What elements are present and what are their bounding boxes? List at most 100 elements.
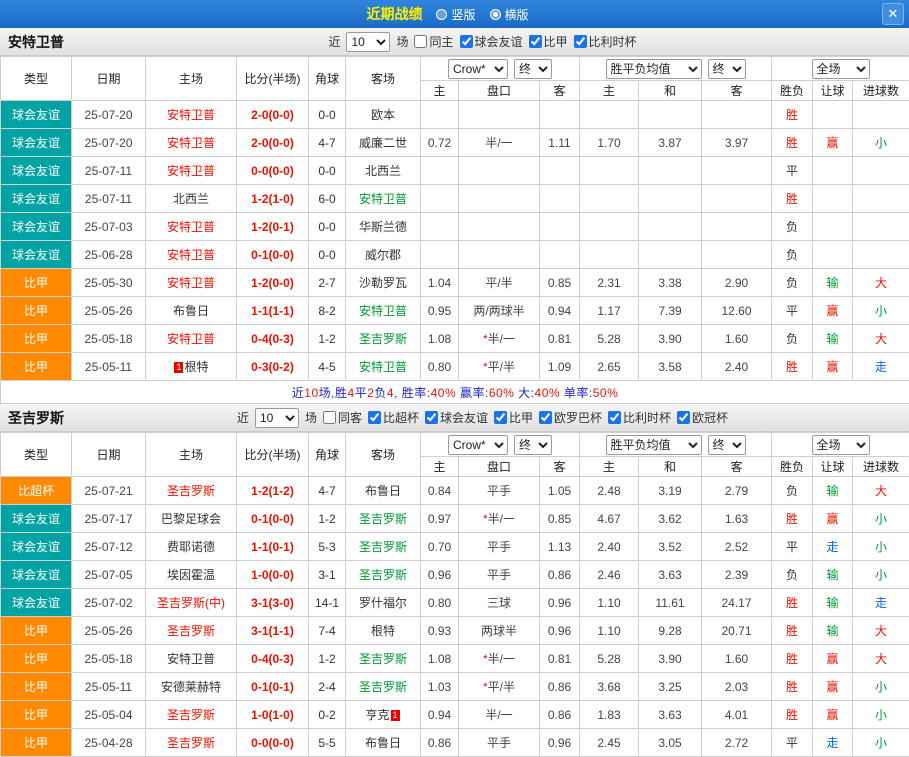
home-team: 费耶诺德 bbox=[146, 533, 237, 561]
sub-col-header: 进球数 bbox=[853, 81, 909, 101]
filter-checkbox[interactable] bbox=[368, 411, 381, 424]
filter-label: 同主 bbox=[429, 33, 453, 50]
filter-checkbox[interactable] bbox=[529, 35, 542, 48]
sub-col-header: 主 bbox=[580, 457, 639, 477]
team-name: 圣吉罗斯 bbox=[167, 736, 215, 750]
filter-label: 欧冠杯 bbox=[692, 409, 728, 426]
sub-col-header: 主 bbox=[580, 81, 639, 101]
team-name: 安特卫普 bbox=[167, 136, 215, 150]
odds-away bbox=[540, 185, 580, 213]
filter-checkbox[interactable] bbox=[677, 411, 690, 424]
filter-item-0-0[interactable]: 同主 bbox=[414, 33, 453, 50]
odds-home: 0.84 bbox=[421, 477, 459, 505]
summary-segment: 单率: bbox=[560, 386, 593, 400]
odds-final-select[interactable]: 终 bbox=[514, 435, 552, 455]
result-goals bbox=[853, 185, 909, 213]
col-header: 比分(半场) bbox=[237, 57, 309, 101]
section-header-1: 圣吉罗斯近10场同客比超杯球会友谊比甲欧罗巴杯比利时杯欧冠杯 bbox=[0, 404, 909, 432]
odds-company-select[interactable]: Crow* bbox=[448, 59, 508, 79]
odds-away bbox=[540, 213, 580, 241]
filter-item-1-5[interactable]: 比利时杯 bbox=[608, 409, 671, 426]
score: 2-0(0-0) bbox=[237, 101, 309, 129]
filter-item-0-1[interactable]: 球会友谊 bbox=[460, 33, 523, 50]
away-team: 亨克1 bbox=[346, 701, 421, 729]
radio-horizontal[interactable]: 横版 bbox=[490, 6, 529, 23]
filter-checkbox[interactable] bbox=[425, 411, 438, 424]
sub-col-header: 客 bbox=[702, 81, 772, 101]
handicap: 两球半 bbox=[459, 617, 540, 645]
result-goals: 小 bbox=[853, 297, 909, 325]
avg-away: 4.01 bbox=[702, 701, 772, 729]
result-goals: 小 bbox=[853, 729, 909, 757]
avg-final-select[interactable]: 终 bbox=[708, 435, 746, 455]
team-name: 亨克 bbox=[365, 708, 389, 722]
asterisk-mark: * bbox=[483, 332, 488, 346]
team-name: 布鲁日 bbox=[365, 736, 401, 750]
filter-item-1-1[interactable]: 比超杯 bbox=[368, 409, 419, 426]
filter-item-0-3[interactable]: 比利时杯 bbox=[574, 33, 637, 50]
match-date: 25-05-18 bbox=[72, 325, 146, 353]
odds-company-select[interactable]: Crow* bbox=[448, 435, 508, 455]
result-handicap: 赢 bbox=[813, 645, 853, 673]
filter-checkbox[interactable] bbox=[494, 411, 507, 424]
handicap bbox=[459, 101, 540, 129]
match-date: 25-05-30 bbox=[72, 269, 146, 297]
result-goals: 大 bbox=[853, 617, 909, 645]
radio-vertical[interactable]: 竖版 bbox=[436, 6, 475, 23]
competition-type: 比甲 bbox=[1, 729, 72, 757]
avg-odds-select[interactable]: 胜平负均值 bbox=[606, 59, 702, 79]
scope-select[interactable]: 全场 bbox=[812, 59, 870, 79]
sub-col-header: 和 bbox=[639, 81, 702, 101]
avg-away: 2.40 bbox=[702, 353, 772, 381]
sections-container: 安特卫普近10场同主球会友谊比甲比利时杯类型日期主场比分(半场)角球客场Crow… bbox=[0, 28, 909, 757]
avg-draw bbox=[639, 241, 702, 269]
avg-home: 1.70 bbox=[580, 129, 639, 157]
team-name: 圣吉罗斯 bbox=[359, 540, 407, 554]
col-header: 客场 bbox=[346, 433, 421, 477]
radio-selected-circle-icon bbox=[490, 9, 501, 20]
home-team: 埃因霍温 bbox=[146, 561, 237, 589]
avg-odds-select[interactable]: 胜平负均值 bbox=[606, 435, 702, 455]
avg-home: 1.83 bbox=[580, 701, 639, 729]
odds-company-header: Crow* 终 bbox=[421, 57, 580, 81]
avg-final-select[interactable]: 终 bbox=[708, 59, 746, 79]
score: 1-2(1-0) bbox=[237, 185, 309, 213]
summary-segment: 50% bbox=[593, 386, 619, 400]
filter-checkbox[interactable] bbox=[323, 411, 336, 424]
filter-checkbox[interactable] bbox=[539, 411, 552, 424]
away-team: 圣吉罗斯 bbox=[346, 645, 421, 673]
filter-item-1-0[interactable]: 同客 bbox=[323, 409, 362, 426]
odds-final-select[interactable]: 终 bbox=[514, 59, 552, 79]
match-row: 球会友谊25-07-11北西兰1-2(1-0)6-0安特卫普胜 bbox=[1, 185, 909, 213]
filter-checkbox[interactable] bbox=[460, 35, 473, 48]
filter-checkbox[interactable] bbox=[414, 35, 427, 48]
filter-item-1-6[interactable]: 欧冠杯 bbox=[677, 409, 728, 426]
summary-segment: 4 bbox=[348, 386, 355, 400]
corners: 0-0 bbox=[309, 213, 346, 241]
filter-controls: 近10场同客比超杯球会友谊比甲欧罗巴杯比利时杯欧冠杯 bbox=[237, 408, 728, 428]
competition-type: 比甲 bbox=[1, 325, 72, 353]
home-team: 1根特 bbox=[146, 353, 237, 381]
away-team: 华斯兰德 bbox=[346, 213, 421, 241]
away-team: 布鲁日 bbox=[346, 477, 421, 505]
team-name: 圣吉罗斯 bbox=[359, 680, 407, 694]
result-goals: 走 bbox=[853, 353, 909, 381]
match-count-select[interactable]: 10 bbox=[346, 32, 390, 52]
summary-text: 近10场,胜4平2负4, 胜率:40% 赢率:60% 大:40% 单率:50% bbox=[1, 381, 909, 404]
filter-item-0-2[interactable]: 比甲 bbox=[529, 33, 568, 50]
avg-home: 2.31 bbox=[580, 269, 639, 297]
result-goals: 小 bbox=[853, 533, 909, 561]
scope-select[interactable]: 全场 bbox=[812, 435, 870, 455]
avg-home bbox=[580, 101, 639, 129]
close-button[interactable]: ✕ bbox=[882, 3, 904, 25]
filter-item-1-3[interactable]: 比甲 bbox=[494, 409, 533, 426]
filter-item-1-2[interactable]: 球会友谊 bbox=[425, 409, 488, 426]
recent-prefix-label: 近 bbox=[328, 33, 340, 50]
result-outcome: 平 bbox=[772, 533, 813, 561]
filter-checkbox[interactable] bbox=[608, 411, 621, 424]
filter-item-1-4[interactable]: 欧罗巴杯 bbox=[539, 409, 602, 426]
match-count-select[interactable]: 10 bbox=[255, 408, 299, 428]
avg-draw: 3.05 bbox=[639, 729, 702, 757]
handicap: 平/半 bbox=[459, 269, 540, 297]
filter-checkbox[interactable] bbox=[574, 35, 587, 48]
